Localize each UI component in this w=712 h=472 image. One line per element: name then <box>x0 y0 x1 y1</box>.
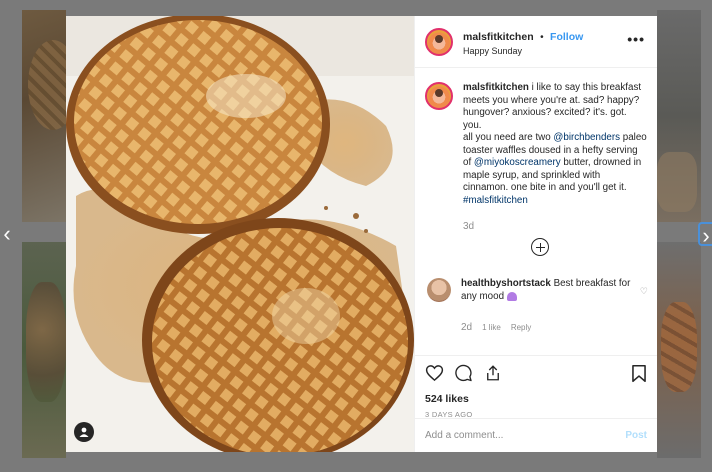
comment-reply-button[interactable]: Reply <box>511 323 531 332</box>
more-options-icon[interactable]: ••• <box>627 32 645 46</box>
comments-section: malsfitkitchen i like to say this breakf… <box>415 68 657 355</box>
load-more-comments-icon[interactable] <box>531 238 549 256</box>
comment-meta: 2d 1 like Reply <box>461 322 531 333</box>
hashtag-link[interactable]: #malsfitkitchen <box>463 195 528 206</box>
post-comment-button[interactable]: Post <box>625 430 647 441</box>
grid-thumbnail[interactable] <box>657 10 701 222</box>
grid-thumbnail[interactable] <box>657 242 701 458</box>
share-icon[interactable] <box>484 364 502 387</box>
author-avatar[interactable] <box>425 27 453 56</box>
comment-item: healthbyshortstack Best breakfast for an… <box>425 278 650 303</box>
post-side-panel: malsfitkitchen • Follow Happy Sunday •••… <box>414 16 657 452</box>
caption-text: malsfitkitchen i like to say this breakf… <box>463 82 647 207</box>
follow-button[interactable]: Follow <box>550 31 583 43</box>
purple-heart-icon <box>506 291 517 301</box>
grid-thumbnail[interactable] <box>22 242 66 458</box>
post-location[interactable]: Happy Sunday <box>463 46 583 57</box>
comment-time: 2d <box>461 322 473 333</box>
comment-like-count[interactable]: 1 like <box>482 323 501 332</box>
caption-author-avatar[interactable] <box>425 82 453 110</box>
next-post-arrow-icon[interactable]: › <box>698 222 712 248</box>
bookmark-icon[interactable] <box>631 364 647 388</box>
comment-bubble-icon[interactable] <box>454 364 473 387</box>
post-header: malsfitkitchen • Follow Happy Sunday ••• <box>415 16 657 68</box>
previous-post-arrow-icon[interactable]: ‹ <box>0 222 14 246</box>
mention-link[interactable]: @birchbenders <box>553 132 620 143</box>
add-comment-bar: Post <box>415 418 657 452</box>
grid-thumbnail[interactable] <box>22 10 66 222</box>
mention-link[interactable]: @miyokoscreamery <box>474 157 561 168</box>
post-modal: malsfitkitchen • Follow Happy Sunday •••… <box>66 16 657 452</box>
post-actions: 524 likes 3 DAYS AGO Post <box>415 355 657 452</box>
like-count[interactable]: 524 likes <box>425 393 469 405</box>
caption-username[interactable]: malsfitkitchen <box>463 82 529 93</box>
waffle-image <box>66 16 414 452</box>
comment-input[interactable] <box>425 430 626 441</box>
commenter-username[interactable]: healthbyshortstack <box>461 278 551 289</box>
comment-like-heart-icon[interactable]: ♡ <box>640 286 648 297</box>
tagged-users-icon[interactable] <box>74 422 94 442</box>
commenter-avatar[interactable] <box>427 278 451 302</box>
separator-dot: • <box>540 31 544 43</box>
like-heart-icon[interactable] <box>425 364 444 387</box>
caption-time: 3d <box>463 221 475 233</box>
author-username[interactable]: malsfitkitchen <box>463 31 534 43</box>
post-photo[interactable] <box>66 16 414 452</box>
post-caption: malsfitkitchen i like to say this breakf… <box>425 82 647 207</box>
caption-text-part: all you need are two <box>463 132 551 144</box>
